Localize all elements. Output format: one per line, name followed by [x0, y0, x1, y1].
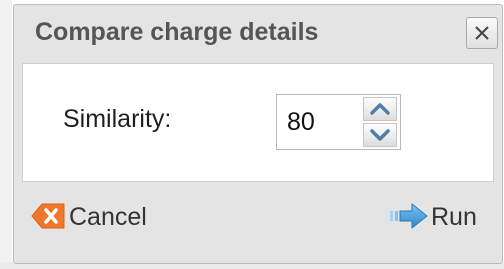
- run-arrow-icon: [390, 202, 428, 230]
- dialog-titlebar: Compare charge details: [14, 5, 502, 63]
- cancel-x-icon: [31, 203, 65, 229]
- similarity-spinner: [276, 94, 401, 150]
- compare-charge-details-dialog: Compare charge details Similarity: 80 Ca…: [13, 4, 503, 264]
- similarity-label: Similarity:: [63, 105, 172, 133]
- spin-up-button[interactable]: [363, 97, 397, 121]
- run-label: Run: [431, 203, 477, 231]
- page: Compare charge details Similarity: 80 Ca…: [0, 0, 504, 269]
- dialog-footer: Cancel Run: [22, 185, 494, 247]
- dialog-title: Compare charge details: [35, 18, 319, 46]
- spin-up-arrow-icon: [363, 97, 397, 121]
- background-left-edge: [0, 0, 12, 269]
- dialog-body: Similarity:: [22, 63, 494, 182]
- similarity-input[interactable]: [277, 95, 357, 149]
- spin-down-arrow-icon: [363, 123, 397, 147]
- cancel-label: Cancel: [69, 203, 147, 231]
- close-button[interactable]: [466, 17, 498, 49]
- spin-down-button[interactable]: [363, 123, 397, 147]
- close-icon: [475, 26, 489, 40]
